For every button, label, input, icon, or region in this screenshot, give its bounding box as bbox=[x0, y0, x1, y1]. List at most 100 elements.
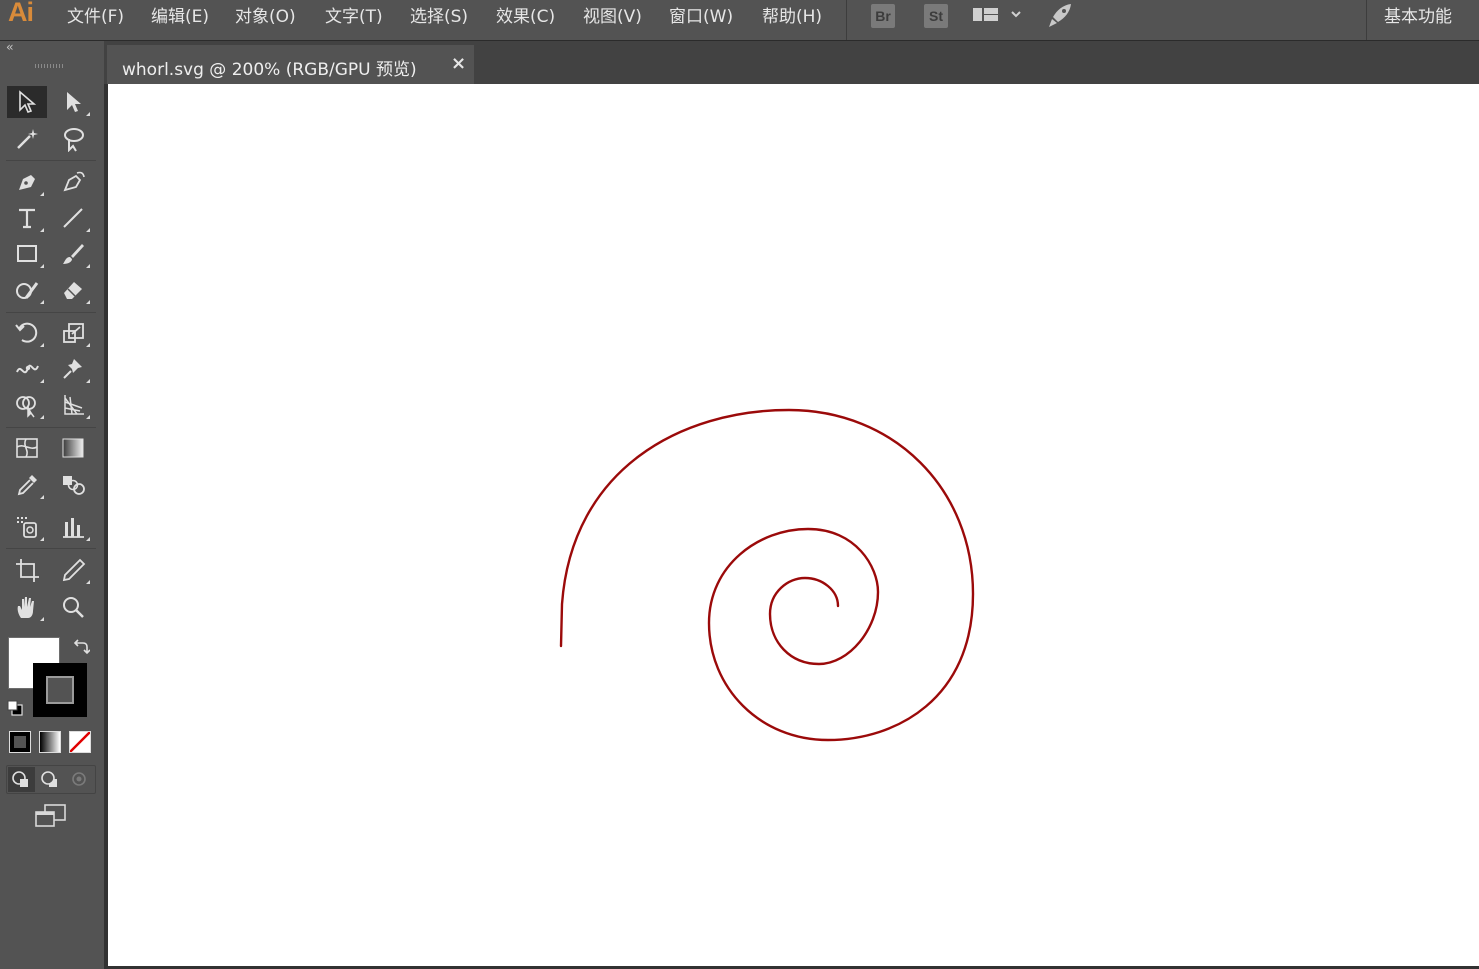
draw-inside-icon bbox=[72, 772, 86, 786]
artboard-canvas[interactable] bbox=[108, 84, 1479, 966]
hand-tool[interactable] bbox=[7, 591, 47, 623]
menu-help[interactable]: 帮助(H) bbox=[762, 5, 822, 29]
perspective-grid-tool[interactable] bbox=[53, 389, 93, 421]
symbol-sprayer-tool[interactable] bbox=[7, 511, 47, 543]
puppet-warp-tool[interactable] bbox=[53, 353, 93, 385]
artboard-tool[interactable] bbox=[7, 554, 47, 586]
line-segment-tool[interactable] bbox=[53, 202, 93, 234]
curvature-tool[interactable] bbox=[53, 166, 93, 198]
eyedropper-tool[interactable] bbox=[7, 469, 47, 501]
shaper-tool[interactable] bbox=[7, 274, 47, 306]
none-slash-icon bbox=[70, 732, 90, 752]
rotate-tool[interactable] bbox=[7, 317, 47, 349]
scale-tool[interactable] bbox=[53, 317, 93, 349]
eraser-icon bbox=[64, 282, 82, 299]
shape-builder-tool[interactable] bbox=[7, 389, 47, 421]
tool-divider bbox=[6, 312, 96, 313]
rectangle-tool[interactable] bbox=[7, 238, 47, 270]
magic-wand-icon bbox=[17, 129, 38, 149]
slice-knife-icon bbox=[62, 558, 86, 582]
line-icon bbox=[63, 208, 83, 228]
magic-wand-tool[interactable] bbox=[7, 123, 47, 155]
pushpin-icon bbox=[63, 359, 82, 379]
blend-tool[interactable] bbox=[53, 469, 93, 501]
collapse-panel-button[interactable]: ‹‹ bbox=[6, 40, 13, 54]
close-tab-button[interactable]: × bbox=[451, 53, 466, 74]
column-graph-tool[interactable] bbox=[53, 511, 93, 543]
gradient-tool[interactable] bbox=[53, 432, 93, 464]
document-tab-bar: whorl.svg @ 200% (RGB/GPU 预览) × bbox=[104, 41, 1479, 84]
color-mode-button[interactable] bbox=[9, 731, 31, 753]
draw-normal-button[interactable] bbox=[8, 767, 35, 792]
draw-behind-button[interactable] bbox=[37, 767, 64, 792]
swap-arrows-icon bbox=[73, 639, 91, 655]
mesh-icon bbox=[16, 438, 38, 458]
menu-select[interactable]: 选择(S) bbox=[410, 5, 468, 29]
change-screen-mode-button[interactable] bbox=[33, 802, 69, 830]
draw-normal-icon bbox=[12, 771, 28, 787]
draw-behind-icon bbox=[41, 771, 57, 787]
stroke-color-swatch[interactable] bbox=[33, 663, 87, 717]
direct-selection-arrow-icon bbox=[67, 92, 81, 112]
paintbrush-tool[interactable] bbox=[53, 238, 93, 270]
menu-edit[interactable]: 编辑(E) bbox=[151, 5, 209, 29]
bridge-button[interactable]: Br bbox=[871, 4, 895, 28]
tool-divider bbox=[6, 427, 96, 428]
rotate-icon bbox=[15, 322, 38, 343]
eyedropper-icon bbox=[17, 475, 37, 496]
scale-icon bbox=[63, 323, 84, 343]
curvature-pen-icon bbox=[63, 171, 85, 192]
workspace-switcher[interactable]: 基本功能 bbox=[1384, 2, 1452, 27]
app-logo: Ai bbox=[8, 0, 34, 27]
slice-tool[interactable] bbox=[53, 554, 93, 586]
shaper-icon bbox=[16, 282, 39, 299]
gradient-icon bbox=[62, 438, 84, 458]
selection-tool[interactable] bbox=[7, 86, 47, 118]
perspective-grid-icon bbox=[64, 395, 84, 415]
paintbrush-icon bbox=[63, 244, 84, 264]
draw-inside-button[interactable] bbox=[66, 767, 93, 792]
bar-graph-icon bbox=[63, 518, 84, 538]
artwork bbox=[559, 408, 975, 742]
rectangle-icon bbox=[17, 245, 37, 262]
type-t-icon bbox=[19, 208, 35, 229]
zoom-magnifier-icon bbox=[63, 597, 84, 618]
menu-separator bbox=[1366, 0, 1367, 40]
drawing-modes-group bbox=[6, 765, 96, 794]
artboard-icon bbox=[16, 559, 39, 582]
menu-type[interactable]: 文字(T) bbox=[325, 5, 383, 29]
swap-fill-stroke-button[interactable] bbox=[72, 639, 91, 657]
document-tab[interactable]: whorl.svg @ 200% (RGB/GPU 预览) × bbox=[107, 45, 474, 84]
menu-view[interactable]: 视图(V) bbox=[583, 5, 642, 29]
menu-separator bbox=[846, 0, 847, 40]
hand-icon bbox=[17, 597, 34, 618]
tools-panel: ‹‹ bbox=[0, 40, 104, 969]
type-tool[interactable] bbox=[7, 202, 47, 234]
width-tool[interactable] bbox=[7, 353, 47, 385]
zoom-tool[interactable] bbox=[53, 591, 93, 623]
menu-bar: Ai 文件(F) 编辑(E) 对象(O) 文字(T) 选择(S) 效果(C) 视… bbox=[0, 0, 1479, 41]
none-mode-button[interactable] bbox=[69, 731, 91, 753]
blend-icon bbox=[63, 476, 85, 495]
arrange-documents-button[interactable] bbox=[972, 6, 1026, 26]
shape-builder-icon bbox=[16, 396, 36, 418]
mesh-tool[interactable] bbox=[7, 432, 47, 464]
document-tab-title: whorl.svg @ 200% (RGB/GPU 预览) bbox=[122, 60, 417, 80]
stock-button[interactable]: St bbox=[924, 4, 948, 28]
direct-selection-tool[interactable] bbox=[53, 86, 93, 118]
pen-tool[interactable] bbox=[7, 166, 47, 198]
menu-object[interactable]: 对象(O) bbox=[235, 5, 296, 29]
tool-divider bbox=[6, 160, 96, 161]
color-mode-inner bbox=[14, 736, 26, 748]
width-icon bbox=[16, 364, 39, 374]
panel-grip[interactable] bbox=[35, 64, 65, 68]
gradient-mode-button[interactable] bbox=[39, 731, 61, 753]
spiral-path[interactable] bbox=[559, 408, 975, 742]
lasso-tool[interactable] bbox=[53, 123, 93, 155]
menu-file[interactable]: 文件(F) bbox=[67, 5, 124, 29]
menu-window[interactable]: 窗口(W) bbox=[669, 5, 733, 29]
eraser-tool[interactable] bbox=[53, 274, 93, 306]
default-fill-stroke-button[interactable] bbox=[6, 699, 24, 717]
gpu-performance-button[interactable] bbox=[1045, 2, 1075, 30]
menu-effect[interactable]: 效果(C) bbox=[496, 5, 555, 29]
